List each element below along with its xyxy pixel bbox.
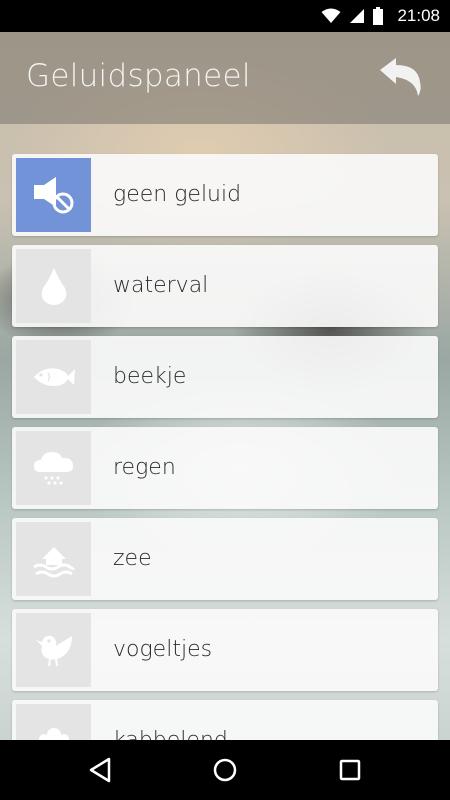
navigation-bar — [0, 740, 450, 800]
status-time: 21:08 — [397, 6, 440, 25]
page-title: Geluidspaneel — [26, 58, 251, 94]
nav-home-button[interactable] — [209, 754, 241, 786]
list-item-waterval[interactable]: waterval — [12, 245, 438, 327]
list-item-beekje[interactable]: beekje — [12, 336, 438, 418]
sound-list: geen geluid waterval beekje regen zee vo… — [12, 154, 438, 791]
mute-speaker-icon — [33, 177, 73, 214]
battery-icon — [373, 7, 384, 25]
fish-icon — [33, 368, 75, 386]
status-bar: 21:08 — [0, 0, 450, 32]
tile — [16, 340, 91, 414]
tile — [16, 431, 91, 505]
signal-icon — [350, 9, 365, 23]
list-item-geen-geluid[interactable]: geen geluid — [12, 154, 438, 236]
recents-square-icon — [339, 759, 361, 781]
tile — [16, 249, 91, 323]
list-item-zee[interactable]: zee — [12, 518, 438, 600]
tile — [16, 522, 91, 596]
tile — [16, 613, 91, 687]
nav-back-button[interactable] — [84, 754, 116, 786]
item-label: vogeltjes — [113, 637, 213, 662]
back-triangle-icon — [89, 757, 111, 783]
wifi-icon — [321, 8, 341, 23]
item-label: beekje — [113, 364, 187, 389]
tile — [16, 158, 91, 232]
nav-recents-button[interactable] — [334, 754, 366, 786]
item-label: geen geluid — [113, 182, 242, 207]
item-label: regen — [113, 455, 176, 480]
undo-button[interactable] — [378, 56, 424, 98]
bird-icon — [35, 635, 72, 667]
rain-cloud-icon — [33, 452, 73, 485]
list-item-vogeltjes[interactable]: vogeltjes — [12, 609, 438, 691]
sea-waves-icon — [32, 547, 75, 578]
item-label: waterval — [113, 273, 209, 298]
home-circle-icon — [213, 758, 237, 782]
item-label: zee — [113, 546, 152, 571]
app-bar: Geluidspaneel — [0, 32, 450, 124]
list-item-regen[interactable]: regen — [12, 427, 438, 509]
water-drop-icon — [41, 268, 66, 305]
undo-arrow-icon — [380, 58, 421, 96]
